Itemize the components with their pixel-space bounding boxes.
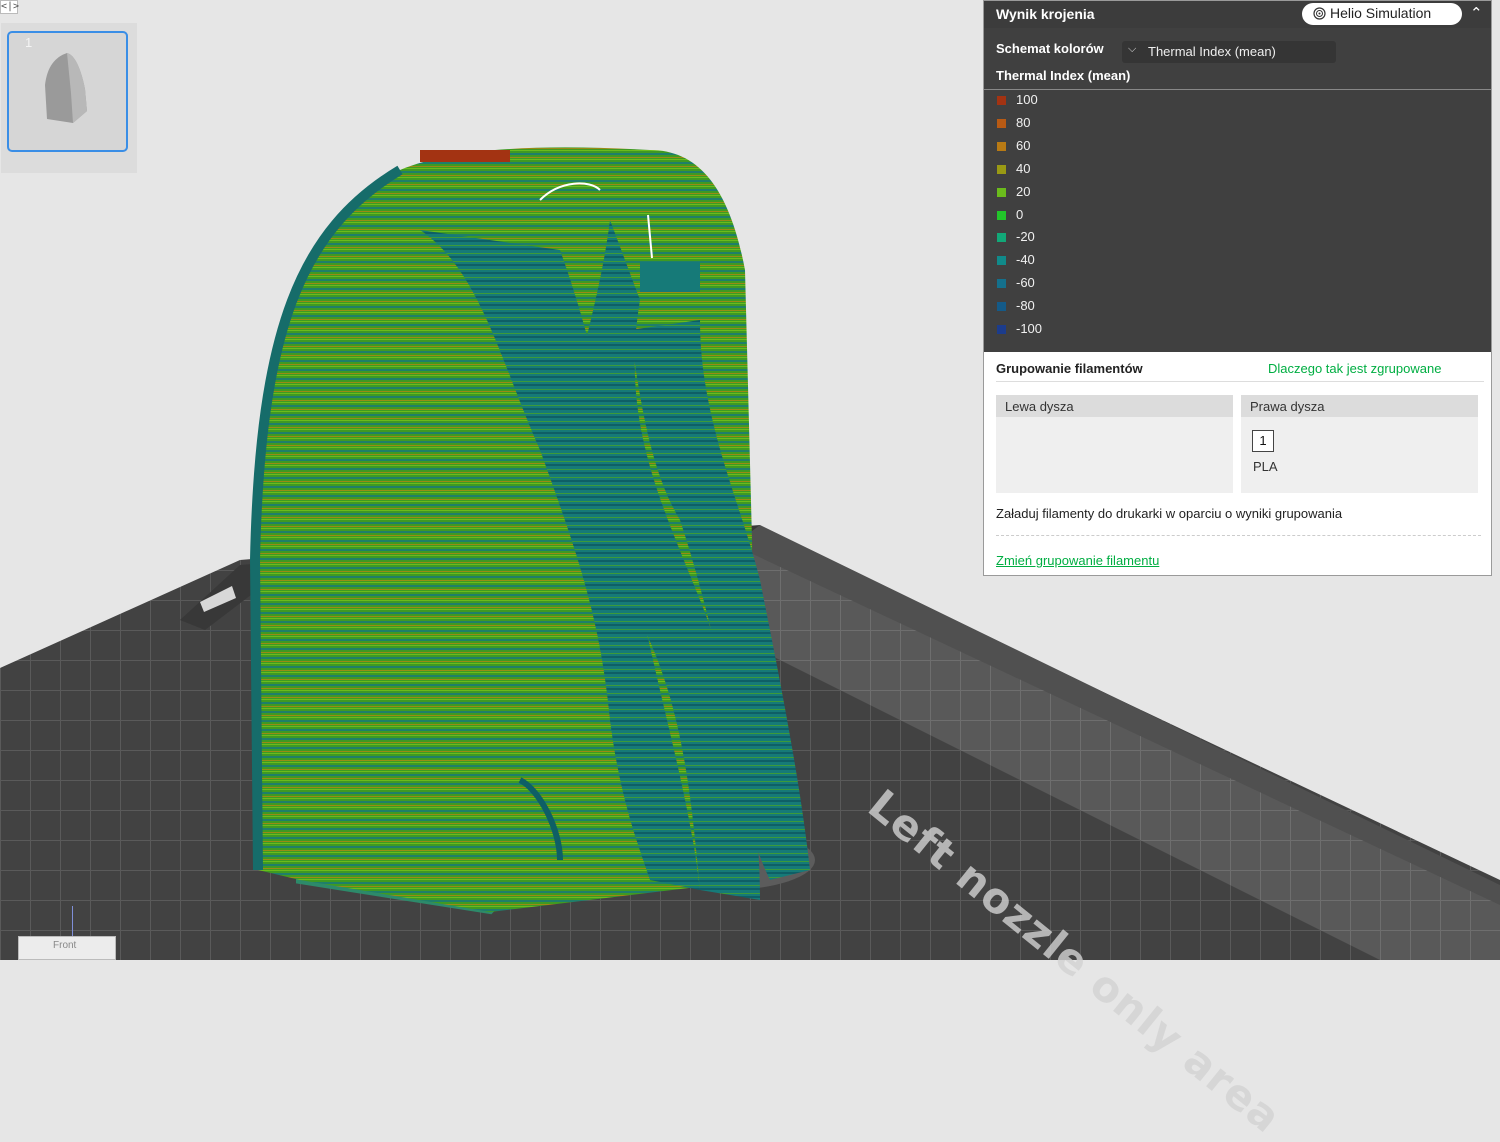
support-cap [640,262,700,292]
color-scheme-value: Thermal Index (mean) [1148,44,1276,59]
legend-swatch [997,302,1006,312]
legend-value: -80 [1016,298,1035,314]
filament-slot[interactable]: 1 [1252,430,1274,452]
legend-section: Schemat kolorów ⌵ Thermal Index (mean) T… [984,28,1491,352]
legend-value: 40 [1016,160,1031,176]
legend-value: -100 [1016,321,1043,336]
legend-value: -60 [1016,275,1035,291]
legend-title: Thermal Index (mean) [996,68,1131,83]
chevron-down-icon: ⌵ [1128,43,1137,55]
helio-button-label: Helio Simulation [1330,5,1432,21]
panel-title: Wynik krojenia [996,6,1095,22]
legend-swatch [997,325,1006,334]
change-grouping-link[interactable]: Zmień grupowanie filamentu [996,553,1159,568]
legend-swatch [997,210,1006,220]
legend-value: 0 [1016,206,1024,222]
right-nozzle-header: Prawa dysza [1241,395,1478,417]
legend-value: 80 [1016,114,1031,130]
right-nozzle-box: Prawa dysza 1 PLA [1241,395,1478,493]
right-nozzle-label: Prawa dysza [1250,399,1325,414]
legend-value: 100 [1016,92,1038,107]
legend-swatch [997,256,1006,266]
grouping-title: Grupowanie filamentów [996,361,1143,376]
dashed-divider [996,535,1481,536]
legend-value: -40 [1016,252,1035,268]
nav-cube-face-label: Front [53,940,77,951]
helio-simulation-button[interactable]: Helio Simulation [1302,3,1462,25]
z-axis-indicator [72,906,73,936]
legend-swatch [997,141,1006,151]
legend-value: 60 [1016,137,1031,153]
plate-number: 1 [25,35,33,50]
filament-type: PLA [1253,459,1278,474]
left-nozzle-label: Lewa dysza [1005,399,1074,414]
legend-swatch [997,233,1006,243]
why-grouped-link[interactable]: Dlaczego tak jest zgrupowane [1268,361,1441,376]
legend-value: -20 [1016,229,1035,245]
hot-zone [420,150,510,162]
helio-icon [1313,7,1326,20]
slice-result-panel: Wynik krojenia Helio Simulation ⌃ Schema… [983,0,1492,576]
left-nozzle-box: Lewa dysza [996,395,1233,493]
collapse-up-icon[interactable]: ⌃ [1470,4,1483,22]
panel-header: Wynik krojenia Helio Simulation ⌃ [984,1,1491,28]
left-nozzle-header: Lewa dysza [996,395,1233,417]
legend-swatch [997,164,1006,174]
grouping-description: Załaduj filamenty do drukarki w oparciu … [996,506,1343,521]
plate-list: 1 [1,23,137,173]
legend-swatch [997,187,1006,197]
sidebar-toggle-button[interactable]: <|> [0,0,19,14]
legend-swatch [997,279,1006,289]
color-scheme-label: Schemat kolorów [996,41,1104,56]
view-nav-cube[interactable]: Front [18,936,116,960]
color-scheme-select[interactable]: ⌵ Thermal Index (mean) [1122,41,1336,63]
legend-divider [984,89,1491,90]
legend-swatch [997,96,1006,105]
grouping-divider [996,381,1484,382]
plate-thumbnail[interactable]: 1 [7,31,128,152]
legend-swatch [997,118,1006,128]
legend-value: 20 [1016,183,1031,199]
